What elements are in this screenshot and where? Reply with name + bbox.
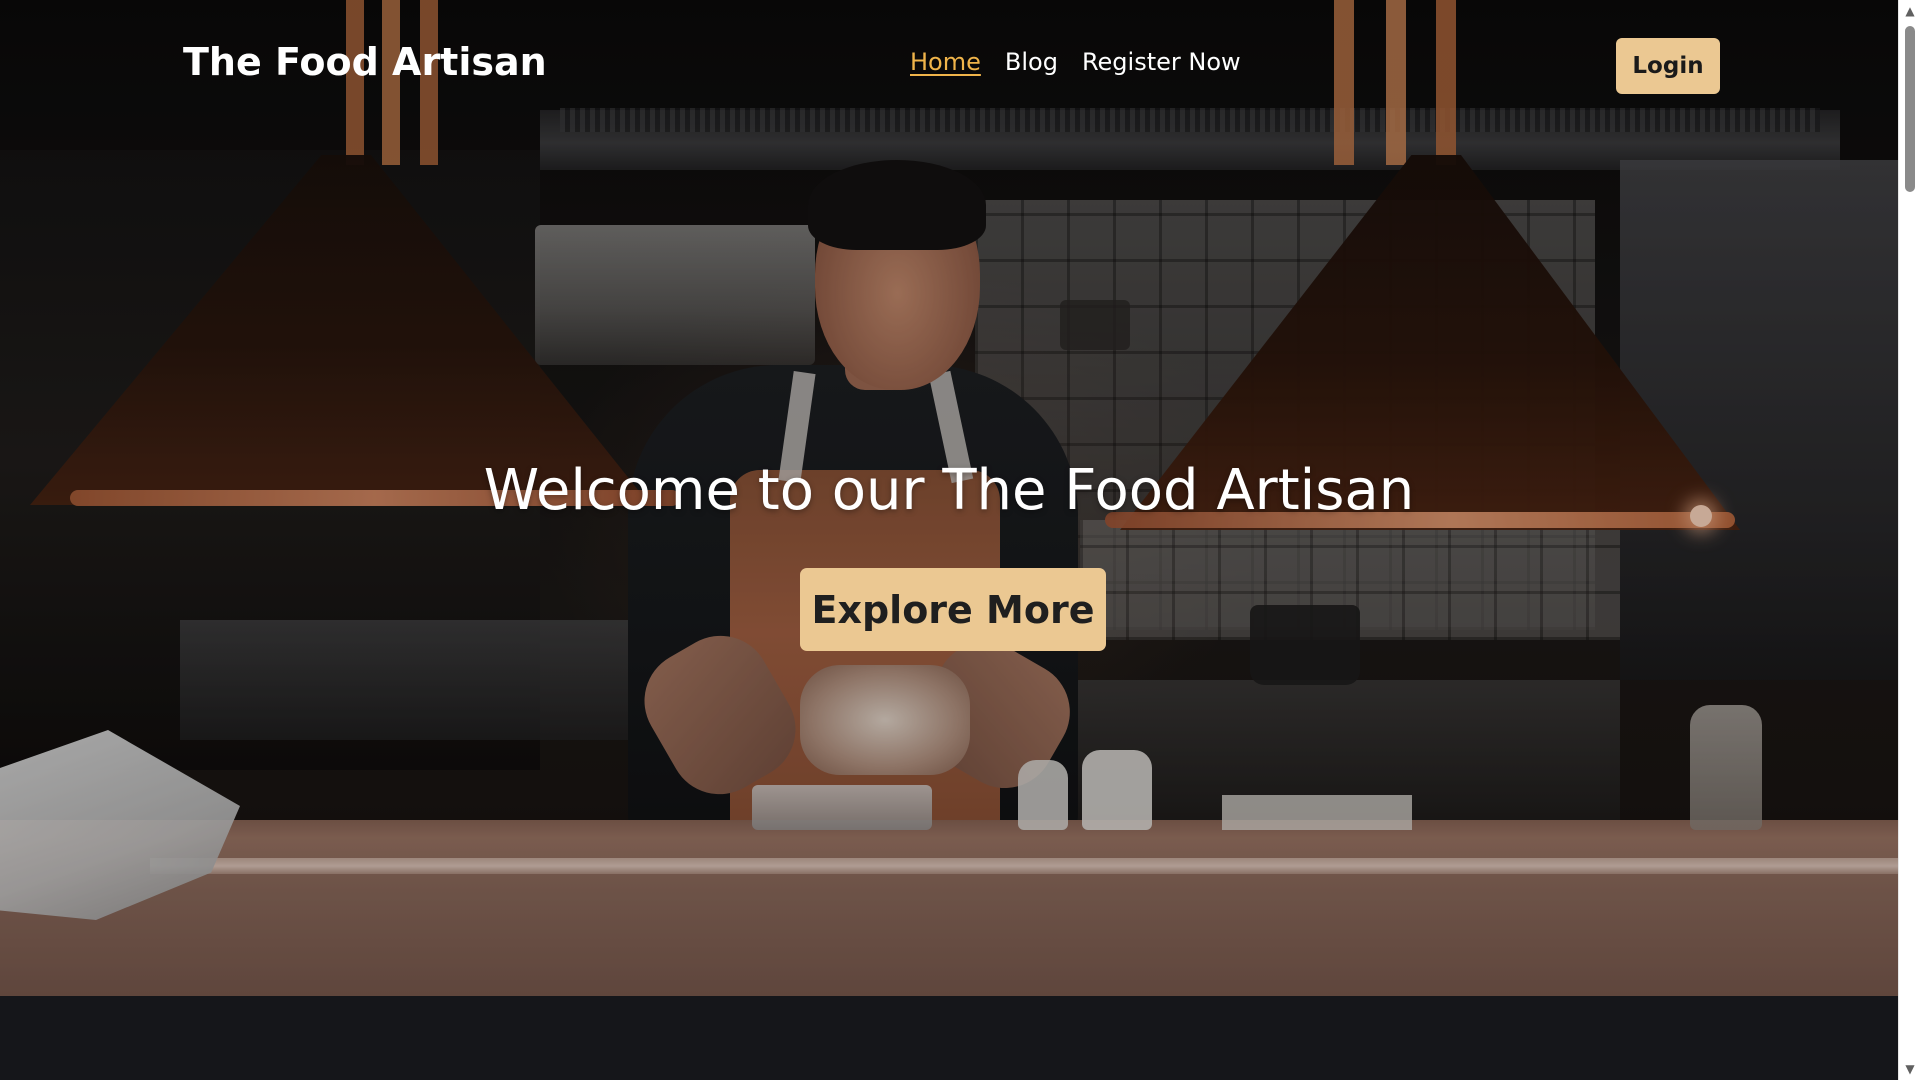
nav-link-home[interactable]: Home (910, 48, 981, 76)
nav-links: Home Blog Register Now (910, 48, 1241, 76)
below-hero-section (0, 996, 1898, 1080)
brand-logo[interactable]: The Food Artisan (183, 40, 547, 84)
hero-section: The Food Artisan Home Blog Register Now … (0, 0, 1898, 996)
hero-title: Welcome to our The Food Artisan (483, 458, 1415, 523)
nav-link-register[interactable]: Register Now (1082, 48, 1241, 76)
triangle-up-icon[interactable]: ▲ (1899, 2, 1920, 20)
nav-link-blog[interactable]: Blog (1005, 48, 1058, 76)
navbar: The Food Artisan Home Blog Register Now … (0, 0, 1898, 130)
explore-more-button[interactable]: Explore More (800, 568, 1106, 651)
triangle-down-icon[interactable]: ▼ (1899, 1060, 1920, 1078)
login-button[interactable]: Login (1616, 38, 1720, 94)
vertical-scrollbar[interactable]: ▲ ▼ (1898, 0, 1920, 1080)
page-viewport: The Food Artisan Home Blog Register Now … (0, 0, 1898, 1080)
scrollbar-thumb[interactable] (1905, 26, 1915, 192)
